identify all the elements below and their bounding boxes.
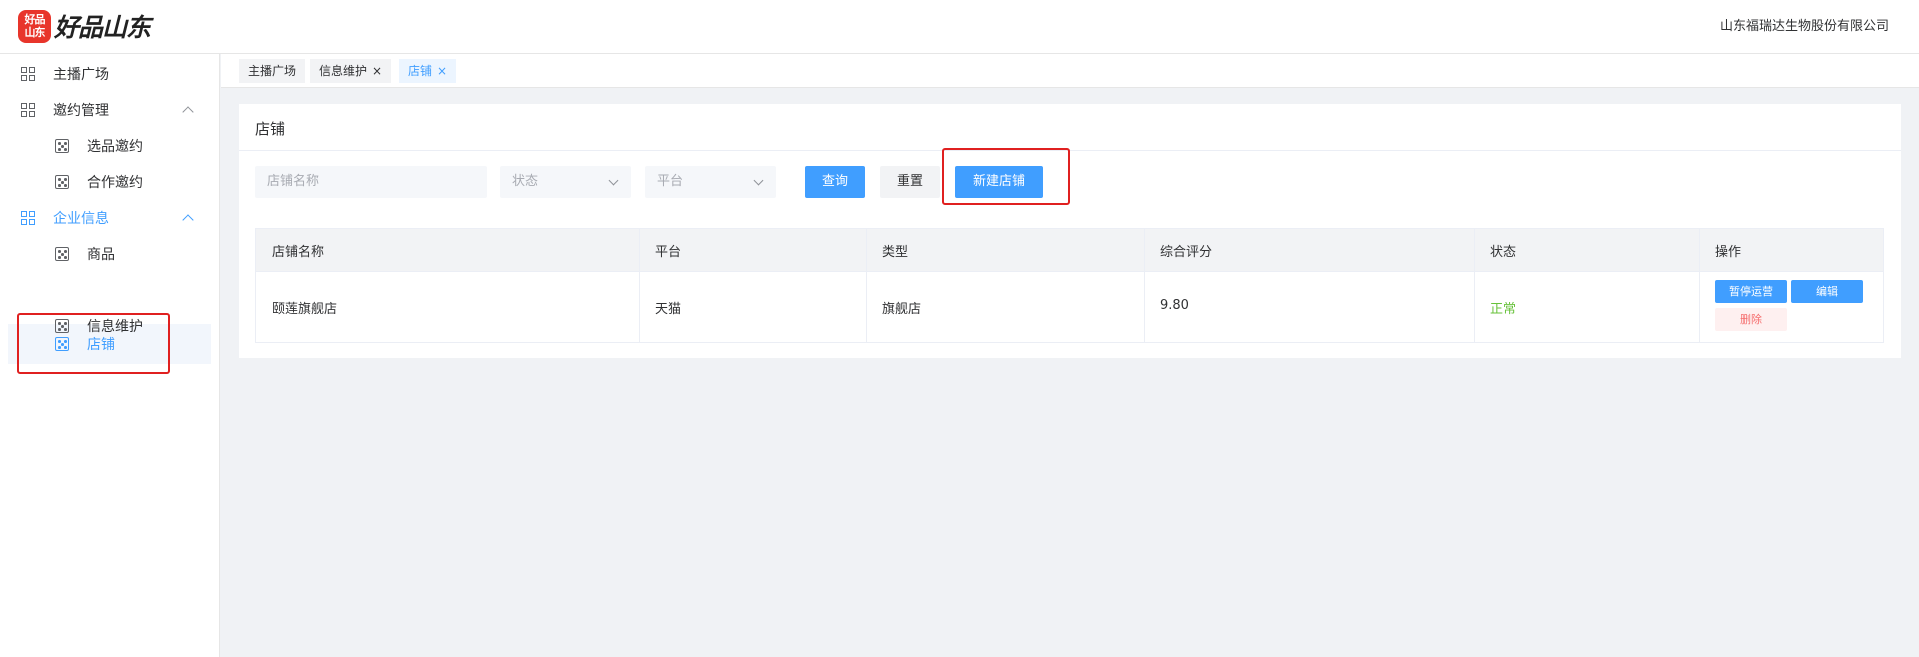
column-header-type: 类型 <box>882 245 909 260</box>
cell-type: 旗舰店 <box>882 302 922 317</box>
grid-icon <box>21 103 35 117</box>
close-icon[interactable]: × <box>372 64 382 78</box>
cell-shop-name: 颐莲旗舰店 <box>272 302 338 317</box>
chevron-up-icon <box>182 106 194 118</box>
logo-text: 好品山东 <box>54 13 151 42</box>
tab-anchor-square[interactable]: 主播广场 <box>239 59 306 83</box>
logo[interactable]: 好品 山东 好品山东 <box>18 8 151 44</box>
chevron-up-icon <box>182 214 194 226</box>
platform-select[interactable]: 平台 <box>645 166 776 198</box>
status-badge: 正常 <box>1490 302 1517 317</box>
delete-button[interactable]: 删除 <box>1715 308 1787 331</box>
page-title: 店铺 <box>255 120 286 138</box>
sidebar-item-product-invitation[interactable]: 选品邀约 <box>0 126 219 166</box>
reset-button[interactable]: 重置 <box>880 166 940 198</box>
cell-score: 9.80 <box>1160 298 1189 313</box>
shop-name-input[interactable]: 店铺名称 <box>255 166 487 198</box>
cell-platform: 天猫 <box>655 302 682 317</box>
tab-info-maintenance[interactable]: 信息维护 × <box>310 59 392 83</box>
dice-icon <box>55 139 69 153</box>
sidebar-item-cooperation-invitation[interactable]: 合作邀约 <box>0 162 219 202</box>
dice-icon <box>55 175 69 189</box>
sidebar-group-company-info[interactable]: 企业信息 <box>0 198 219 238</box>
column-header-shop-name: 店铺名称 <box>272 245 325 260</box>
column-header-status: 状态 <box>1490 245 1517 260</box>
chevron-down-icon <box>753 175 764 186</box>
logo-badge: 好品 山东 <box>18 9 51 43</box>
highlight-box-shop-menu <box>17 313 170 374</box>
tab-shop[interactable]: 店铺 × <box>399 59 457 83</box>
chevron-down-icon <box>608 175 619 186</box>
top-header: 好品 山东 好品山东 山东福瑞达生物股份有限公司 <box>0 0 1919 54</box>
close-icon[interactable]: × <box>437 64 447 78</box>
edit-button[interactable]: 编辑 <box>1791 280 1863 303</box>
sidebar-item-anchor-square[interactable]: 主播广场 <box>0 54 219 94</box>
search-button[interactable]: 查询 <box>805 166 865 198</box>
column-header-actions: 操作 <box>1715 245 1742 260</box>
company-name[interactable]: 山东福瑞达生物股份有限公司 <box>1720 15 1889 34</box>
shop-table: 店铺名称 平台 类型 综合评分 状态 操作 颐莲旗舰店 天猫 旗舰店 9.80 … <box>255 228 1884 343</box>
highlight-box-create-shop <box>942 148 1070 205</box>
status-select[interactable]: 状态 <box>500 166 631 198</box>
column-header-score: 综合评分 <box>1160 245 1213 260</box>
main-card: 店铺 店铺名称 状态 平台 查询 重置 新建店铺 店铺名称 平台 类型 综合评分… <box>239 104 1901 358</box>
dice-icon <box>55 247 69 261</box>
grid-icon <box>21 67 35 81</box>
divider <box>239 150 1901 151</box>
grid-icon <box>21 211 35 225</box>
tabs-bar: 主播广场 信息维护 × 店铺 × <box>221 54 1919 88</box>
table-header <box>256 229 1883 271</box>
pause-operation-button[interactable]: 暂停运营 <box>1715 280 1787 303</box>
sidebar-item-goods[interactable]: 商品 <box>0 234 219 274</box>
sidebar-group-invitation[interactable]: 邀约管理 <box>0 90 219 130</box>
column-header-platform: 平台 <box>655 245 682 260</box>
